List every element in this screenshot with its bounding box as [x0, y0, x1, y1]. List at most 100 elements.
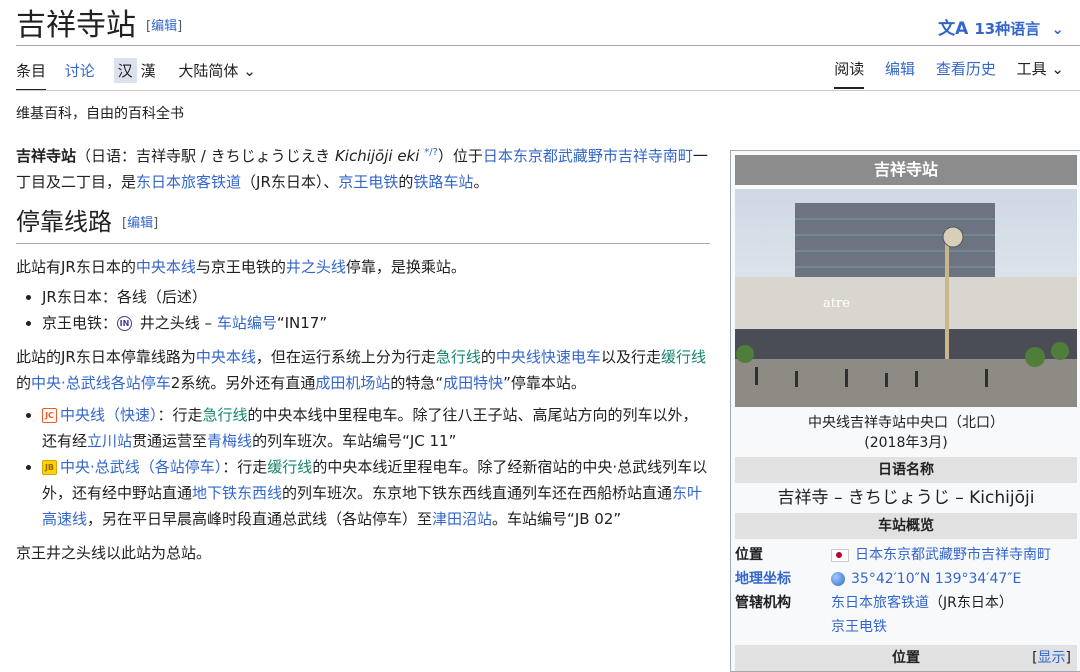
chevron-down-icon: ⌄ — [1051, 20, 1064, 38]
jb-line-icon: JB — [42, 459, 57, 475]
location-value-link[interactable]: 日本东京都武藏野市吉祥寺南町 — [855, 547, 1051, 563]
infobox-title: 吉祥寺站 — [735, 155, 1077, 185]
link[interactable]: 立川站 — [87, 432, 132, 450]
infobox-row-coords: 地理坐标 35°42′10″N 139°34′47″E — [731, 567, 1080, 591]
station-photo[interactable]: atre — [735, 189, 1077, 407]
jr-service-list: JC中央线（快速）：行走急行线的中央本线中里程电车。除了往八王子站、高尾站方向的… — [16, 402, 710, 532]
photo-caption: 中央线吉祥寺站中央口（北口） (2018年3月) — [731, 411, 1080, 457]
list-item: JC中央线（快速）：行走急行线的中央本线中里程电车。除了往八王子站、高尾站方向的… — [42, 402, 710, 454]
link[interactable]: 中央本线 — [196, 348, 256, 366]
link[interactable]: 地下铁东西线 — [192, 484, 282, 502]
link[interactable]: 成田机场站 — [315, 374, 390, 392]
text: ”停靠本站。 — [503, 373, 586, 392]
tools-label: 工具 — [1016, 60, 1047, 78]
chevron-down-icon: ⌄ — [1051, 60, 1064, 78]
tab-edit[interactable]: 编辑 — [885, 58, 915, 87]
operator-jr-link[interactable]: 东日本旅客铁道 — [831, 595, 929, 611]
text: 的 — [480, 347, 496, 366]
keio-link[interactable]: 京王电铁 — [338, 173, 398, 191]
text: 此站有JR东日本的 — [16, 257, 136, 276]
row-key: 位置 — [735, 547, 763, 563]
title-divider — [16, 45, 1080, 46]
list-item: JR东日本：各线（后述） — [42, 284, 710, 310]
variant-dropdown[interactable]: 大陆简体 ⌄ — [178, 60, 255, 89]
page-title: 吉祥寺站 [编辑] — [16, 4, 182, 49]
coordinates-link[interactable]: 35°42′10″N 139°34′47″E — [851, 571, 1021, 587]
link[interactable]: 青梅线 — [207, 432, 252, 450]
jr-link[interactable]: 东日本旅客铁道 — [136, 173, 241, 191]
link[interactable]: 缓行线 — [267, 458, 312, 476]
page-title-text: 吉祥寺站 — [16, 8, 136, 43]
caption-line: (2018年3月) — [864, 435, 948, 451]
site-tagline: 维基百科，自由的百科全书 — [16, 106, 184, 122]
variant-traditional[interactable]: 漢 — [137, 58, 160, 83]
link[interactable]: 急行线 — [436, 348, 481, 366]
text: ，但在运行系统上分为行走 — [255, 347, 436, 366]
row-key: 管辖机构 — [735, 595, 791, 611]
jp-name-header: 日语名称 — [735, 457, 1077, 483]
link[interactable]: 中央线快速电车 — [496, 348, 601, 366]
tab-history[interactable]: 查看历史 — [936, 58, 996, 87]
text: （JR东日本） — [929, 595, 1013, 611]
row-value: 日本东京都武藏野市吉祥寺南町 — [831, 543, 1077, 567]
lead-text: ）位于 — [437, 147, 483, 165]
title-edit-link[interactable]: 编辑 — [151, 19, 177, 34]
language-button[interactable]: 文A 13种语言 ⌄ — [938, 14, 1064, 39]
romaji: Kichijōji eki — [334, 147, 420, 165]
globe-icon — [831, 572, 845, 586]
station-link[interactable]: 铁路车站 — [413, 173, 473, 191]
lead-text: （JR东日本）、 — [241, 173, 339, 191]
variant-simplified[interactable]: 汉 — [113, 58, 137, 83]
chuo-main-line-link[interactable]: 中央本线 — [136, 258, 196, 276]
article-body: 吉祥寺站（日语：吉祥寺駅 / きちじょうじえき Kichijōji eki */… — [16, 140, 710, 578]
text: 贯通运营至 — [132, 431, 208, 450]
section-edit: [编辑] — [122, 215, 159, 231]
audio-link[interactable]: */? — [424, 147, 438, 158]
link[interactable]: 中央线（快速） — [60, 406, 158, 424]
location-map-header: 位置 [显示] — [735, 645, 1077, 671]
link[interactable]: 津田沼站 — [432, 510, 492, 528]
list-item: JB中央·总武线（各站停车）：行走缓行线的中央本线近里程电车。除了经新宿站的中央… — [42, 454, 710, 532]
text: 与京王电铁的 — [195, 257, 286, 276]
tab-read[interactable]: 阅读 — [834, 58, 865, 89]
inokashira-line-link[interactable]: 井之头线 — [286, 258, 346, 276]
show-toggle[interactable]: [显示] — [1032, 645, 1071, 671]
infobox-row-location: 位置 日本东京都武藏野市吉祥寺南町 — [731, 543, 1080, 567]
text: 停靠，是换乘站。 — [345, 257, 466, 276]
section-edit-link[interactable]: 编辑 — [127, 216, 153, 231]
infobox: 吉祥寺站 atre 中央线吉祥寺站中央口（北口） (2018年3月) 日语名称 … — [730, 150, 1080, 672]
link[interactable]: 急行线 — [203, 406, 248, 424]
station-number-link[interactable]: 车站编号 — [217, 314, 277, 332]
lead-text: 的 — [398, 173, 414, 191]
chevron-down-icon: ⌄ — [243, 62, 256, 80]
tab-talk[interactable]: 讨论 — [65, 60, 95, 89]
overview-header: 车站概览 — [735, 513, 1077, 539]
text: 的特急“ — [390, 373, 444, 392]
text: ，另在平日早晨高峰时段直通总武线（各站停车）至 — [87, 509, 433, 528]
terminus-paragraph: 京王井之头线以此站为总站。 — [16, 543, 212, 562]
link[interactable]: 成田特快 — [443, 374, 503, 392]
japan-flag-icon — [831, 548, 849, 562]
show-link[interactable]: 显示 — [1038, 650, 1066, 666]
row-value: 东日本旅客铁道（JR东日本） 京王电铁 — [831, 591, 1077, 639]
operator-keio-link[interactable]: 京王电铁 — [831, 619, 887, 635]
text: 京王电铁： — [42, 313, 118, 332]
text: 此站的JR东日本停靠线路为 — [16, 347, 196, 366]
row-key-link[interactable]: 地理坐标 — [735, 567, 831, 591]
text: 以及行走 — [600, 347, 661, 366]
jc-line-icon: JC — [42, 407, 57, 423]
section-heading-text: 停靠线路 — [16, 208, 112, 236]
location-link[interactable]: 日本东京都武藏野市吉祥寺南町 — [483, 147, 693, 165]
caption-line: 中央线吉祥寺站中央口（北口） — [808, 415, 1004, 431]
variant-switch: 汉漢 — [113, 58, 160, 91]
tab-article[interactable]: 条目 — [16, 60, 47, 91]
tools-menu[interactable]: 工具 ⌄ — [1017, 58, 1064, 87]
text: 的列车班次。车站编号“JC 11” — [252, 431, 457, 450]
link[interactable]: 中央·总武线（各站停车） — [60, 458, 222, 476]
jr-lines-paragraph: 此站的JR东日本停靠线路为中央本线，但在运行系统上分为行走急行线的中央线快速电车… — [16, 344, 710, 396]
language-count: 13种语言 — [974, 20, 1041, 38]
location-map-title: 位置 — [892, 650, 920, 666]
link[interactable]: 缓行线 — [661, 348, 706, 366]
operator-list: JR东日本：各线（后述） 京王电铁：IN 井之头线 – 车站编号“IN17” — [16, 284, 710, 336]
link[interactable]: 中央·总武线各站停车 — [31, 374, 171, 392]
